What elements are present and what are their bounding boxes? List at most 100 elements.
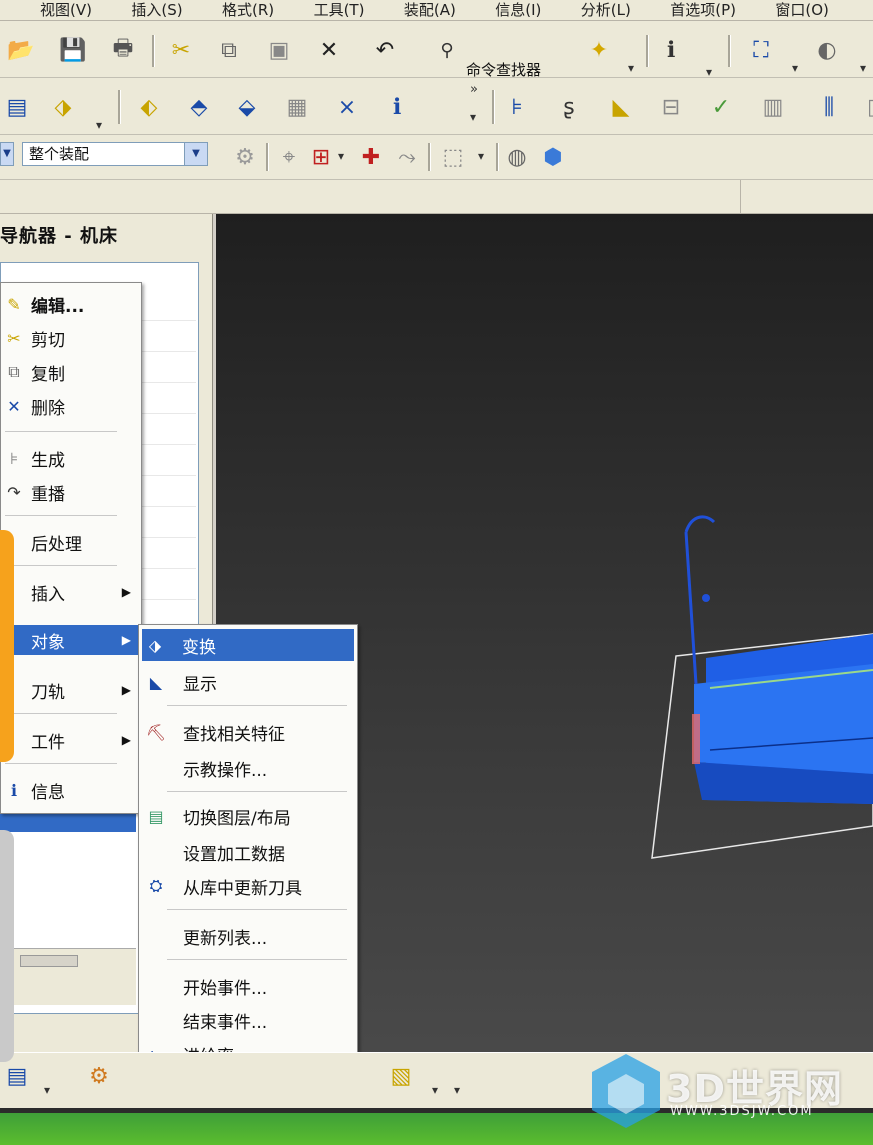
menu-item-object[interactable]: 对象 ▶ xyxy=(1,625,141,655)
menu-information[interactable]: 信息(I) xyxy=(495,0,541,20)
assembly-scope-select[interactable]: 整个装配 ▼ xyxy=(22,142,208,166)
menu-item-insert[interactable]: 插入 ▶ xyxy=(1,577,141,607)
menu-item-replay[interactable]: ↷ 重播 xyxy=(1,477,141,507)
menu-item-workpiece[interactable]: 工件 ▶ xyxy=(1,725,141,755)
navigator-scrollbar[interactable] xyxy=(0,948,136,1005)
machine-view-icon[interactable]: ⫼ xyxy=(812,90,846,124)
create-program-icon[interactable]: ⊧ xyxy=(500,90,534,124)
menu-format[interactable]: 格式(R) xyxy=(222,0,274,20)
submenu-item-switch-layer-layout[interactable]: ▤ 切换图层/布局 xyxy=(139,801,357,831)
chevron-down-icon[interactable]: ▾ xyxy=(792,61,798,75)
manufacturing-toolbar: ▤ ⬗ ▾ ⬖ ⬘ ⬙ ▦ ⨯ ℹ » ▾ ⊧ ʂ ◣ ⊟ ✓ ▥ ⫼ ▯ xyxy=(0,78,873,135)
submenu-item-update-tool-from-library[interactable]: ⛭ 从库中更新刀具 xyxy=(139,871,357,901)
submenu-item-find-related-features[interactable]: ⛏ 查找相关特征 xyxy=(139,717,357,747)
create-method-icon[interactable]: ⊟ xyxy=(654,90,688,124)
box-icon[interactable]: ▧ xyxy=(384,1059,418,1093)
submenu-item-end-event[interactable]: 结束事件... xyxy=(139,1005,357,1035)
delete-icon[interactable]: ✕ xyxy=(312,33,346,67)
machine-tool-icon[interactable]: ▤ xyxy=(0,1059,34,1093)
menu-item-generate[interactable]: ⊧ 生成 xyxy=(1,443,141,473)
tool-axis-arrow xyxy=(684,515,716,533)
paste-icon[interactable]: ▣ xyxy=(262,33,296,67)
replay-toolpath-icon[interactable]: ⬘ xyxy=(182,90,216,124)
toolpath-info-icon[interactable]: ℹ xyxy=(380,90,414,124)
delete-toolpath-icon[interactable]: ⨯ xyxy=(330,90,364,124)
menu-item-information[interactable]: ℹ 信息 xyxy=(1,775,141,805)
open-icon[interactable]: 📂 xyxy=(4,33,38,67)
undo-icon[interactable]: ↶ xyxy=(368,33,402,67)
gray-side-tab[interactable] xyxy=(0,830,14,1062)
menu-item-delete[interactable]: ✕ 删除 xyxy=(1,391,141,421)
navigator-selected-row[interactable] xyxy=(0,812,136,832)
chevron-down-icon[interactable]: ▾ xyxy=(478,149,484,163)
chevron-down-icon[interactable]: ▾ xyxy=(96,118,102,132)
more-tools-icon[interactable]: » xyxy=(470,82,478,97)
operation-icon[interactable]: ⬗ xyxy=(46,90,80,124)
create-operation-icon[interactable]: ✓ xyxy=(704,90,738,124)
scrollbar-thumb[interactable] xyxy=(20,955,78,967)
menu-separator xyxy=(5,515,117,516)
transform-icon: ⬗ xyxy=(148,635,162,655)
render-style-icon[interactable]: ◐ xyxy=(810,33,844,67)
chevron-down-icon[interactable]: ▾ xyxy=(628,61,634,75)
information-icon[interactable]: ℹ xyxy=(654,33,688,67)
menu-item-copy[interactable]: ⧉ 复制 xyxy=(1,357,141,387)
highlight-edge xyxy=(692,714,700,764)
menu-item-cut[interactable]: ✂ 剪切 xyxy=(1,323,141,353)
submenu-item-teach-operation[interactable]: 示教操作... xyxy=(139,753,357,783)
save-icon[interactable]: 💾 xyxy=(56,33,90,67)
geometry-view-icon[interactable]: ▯ xyxy=(856,90,873,124)
chevron-down-icon[interactable]: ▾ xyxy=(860,61,866,75)
menu-assemblies[interactable]: 装配(A) xyxy=(404,0,456,20)
program-order-icon[interactable]: ▥ xyxy=(756,90,790,124)
orange-side-tab[interactable] xyxy=(0,530,14,762)
menu-tools[interactable]: 工具(T) xyxy=(314,0,365,20)
select-point-icon[interactable]: ⊞ xyxy=(304,140,338,174)
list-toolpath-icon[interactable]: ⬙ xyxy=(230,90,264,124)
chevron-down-icon[interactable]: ▾ xyxy=(470,110,476,124)
chevron-down-icon[interactable]: ▾ xyxy=(706,65,712,79)
menu-preferences[interactable]: 首选项(P) xyxy=(670,0,736,20)
filter-icon[interactable]: ⚙ xyxy=(228,140,262,174)
menu-item-edit[interactable]: ✎ 编辑... xyxy=(1,289,141,319)
wizard-icon[interactable]: ✦ xyxy=(582,33,616,67)
submenu-arrow-icon: ▶ xyxy=(121,683,131,697)
cut-icon[interactable]: ✂ xyxy=(164,33,198,67)
snap-point-icon[interactable]: ⌖ xyxy=(272,140,306,174)
menu-view[interactable]: 视图(V) xyxy=(40,0,92,20)
copy-icon[interactable]: ⧉ xyxy=(212,33,246,67)
menu-item-postprocess[interactable]: 后处理 xyxy=(1,527,141,557)
verify-toolpath-icon[interactable]: ▦ xyxy=(280,90,314,124)
submenu-item-start-event[interactable]: 开始事件... xyxy=(139,971,357,1001)
submenu-item-set-machining-data[interactable]: 设置加工数据 xyxy=(139,837,357,867)
chevron-down-icon[interactable]: ▾ xyxy=(338,149,344,163)
select-curve-icon[interactable]: ⤳ xyxy=(390,140,424,174)
chevron-down-icon[interactable]: ▼ xyxy=(0,142,14,166)
gear-icon[interactable]: ⚙ xyxy=(82,1059,116,1093)
submenu-item-transform[interactable]: ⬗ 变换 xyxy=(142,629,354,661)
menu-window[interactable]: 窗口(O) xyxy=(775,0,829,20)
fit-view-icon[interactable]: ⛶ xyxy=(744,33,778,67)
create-geometry-icon[interactable]: ◣ xyxy=(604,90,638,124)
menu-analysis[interactable]: 分析(L) xyxy=(581,0,631,20)
chevron-down-icon[interactable]: ▾ xyxy=(44,1083,50,1097)
menu-insert[interactable]: 插入(S) xyxy=(131,0,182,20)
status-strip xyxy=(0,180,873,214)
chevron-down-icon[interactable]: ▾ xyxy=(454,1083,460,1097)
rectangle-select-icon[interactable]: ⬚ xyxy=(436,140,470,174)
submenu-item-display[interactable]: ◣ 显示 xyxy=(139,667,357,697)
menu-item-toolpath[interactable]: 刀轨 ▶ xyxy=(1,675,141,705)
chevron-down-icon[interactable]: ▼ xyxy=(184,142,208,166)
machine-tool-icon[interactable]: ▤ xyxy=(0,90,34,124)
print-icon[interactable]: 🖶 xyxy=(106,33,140,67)
show-hide-icon[interactable]: ◍ xyxy=(500,140,534,174)
select-feature-icon[interactable]: ✚ xyxy=(354,140,388,174)
submenu-item-update-list[interactable]: 更新列表... xyxy=(139,921,357,951)
command-finder-icon[interactable]: ⚲ xyxy=(430,33,464,67)
generate-toolpath-icon[interactable]: ⬖ xyxy=(132,90,166,124)
create-tool-icon[interactable]: ʂ xyxy=(552,90,586,124)
chevron-down-icon[interactable]: ▾ xyxy=(432,1083,438,1097)
solid-body-icon[interactable]: ⬢ xyxy=(536,140,570,174)
separator xyxy=(496,143,499,171)
command-finder-label[interactable]: 命令查找器 xyxy=(466,59,541,80)
